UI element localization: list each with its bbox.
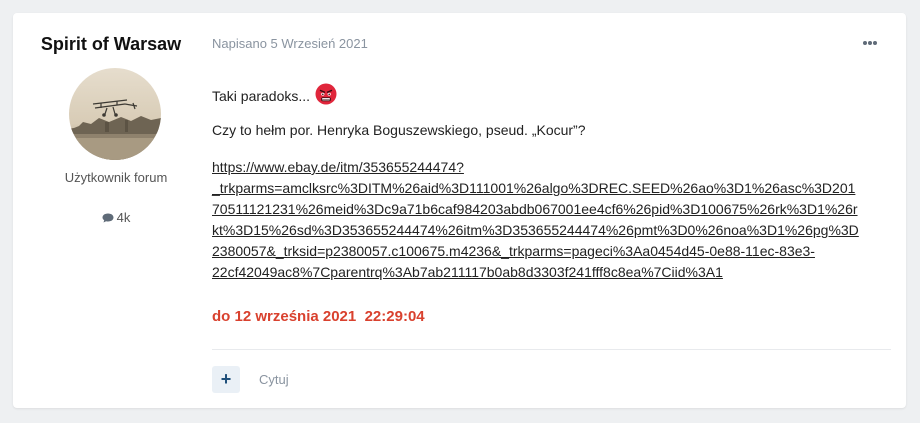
post-text-paradox: Taki paradoks...	[212, 88, 311, 104]
author-role: Użytkownik forum	[64, 170, 168, 185]
author-name[interactable]: Spirit of Warsaw	[13, 34, 209, 55]
post-text-line: Taki paradoks...	[212, 83, 337, 105]
link-line[interactable]: kt%3D15%26sd%3D353655244474%26itm%3D3536…	[212, 220, 892, 241]
angry-face-emoji-icon	[315, 83, 337, 105]
author-panel: Spirit of Warsaw Użytkownik forum 4k	[13, 13, 209, 408]
author-post-count: 4k	[13, 210, 219, 225]
forum-post: Spirit of Warsaw Użytkownik forum 4k Nap…	[13, 13, 906, 408]
quote-button[interactable]: Cytuj	[259, 372, 289, 387]
avatar[interactable]	[69, 68, 161, 160]
link-line[interactable]: https://www.ebay.de/itm/353655244474?	[212, 157, 892, 178]
plus-icon: +	[220, 369, 232, 389]
deadline-text: do 12 września 2021 22:29:04	[212, 308, 425, 325]
link-line[interactable]: 22cf42049ac8%7Cparentrq%3Ab7ab211117b0ab…	[212, 262, 892, 283]
more-options-icon[interactable]	[862, 39, 878, 47]
chat-bubble-icon	[102, 213, 114, 223]
post-text-question: Czy to hełm por. Henryka Boguszewskiego,…	[212, 122, 586, 138]
divider	[212, 349, 891, 350]
post-count-value: 4k	[116, 210, 131, 225]
add-reaction-button[interactable]: +	[212, 366, 240, 393]
link-line[interactable]: _trkparms=amclksrc%3DITM%26aid%3D111001%…	[212, 178, 892, 199]
post-date[interactable]: Napisano 5 Wrzesień 2021	[212, 36, 368, 51]
ebay-link[interactable]: https://www.ebay.de/itm/353655244474? _t…	[212, 157, 892, 283]
link-line[interactable]: 70511121231%26meid%3Dc9a71b6caf984203abd…	[212, 199, 892, 220]
link-line[interactable]: 2380057&_trksid=p2380057.c100675.m4236&_…	[212, 241, 892, 262]
